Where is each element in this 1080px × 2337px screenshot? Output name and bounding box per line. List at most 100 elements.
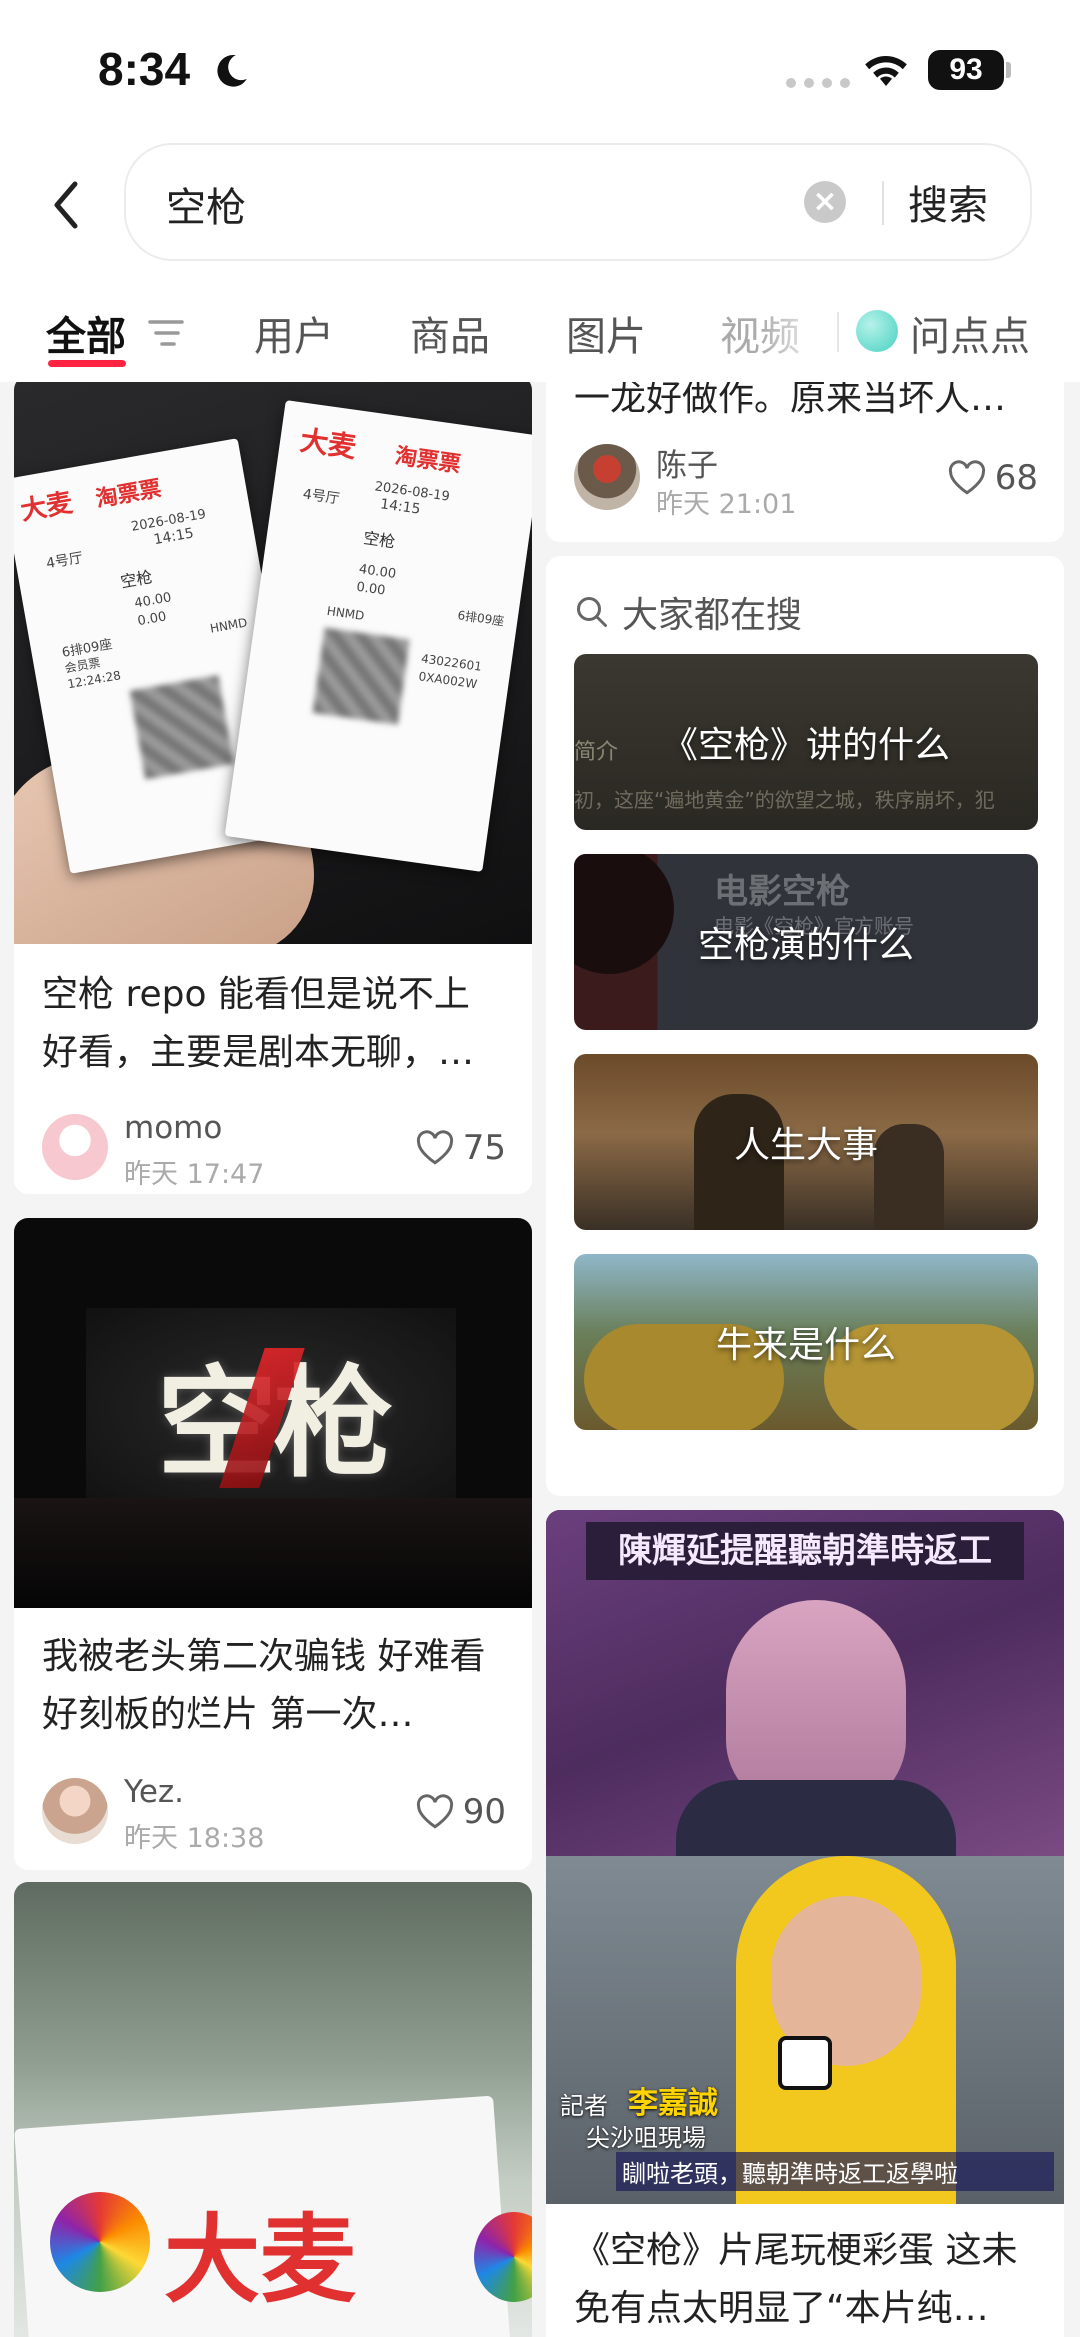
meme-top-panel: 陳輝延提醒聽朝準時返工	[546, 1510, 1064, 1860]
meme-location: 尖沙咀現場	[586, 2124, 706, 2152]
post-card[interactable]: 空枪 我被老头第二次骗钱 好难看好刻板的烂片 第一次… Yez. 昨天 18:3…	[14, 1218, 532, 1870]
meme-reporter-label: 記者	[560, 2092, 608, 2120]
blurred-qr-code	[129, 675, 234, 780]
ticket-movie: 空枪	[362, 528, 397, 552]
trending-item-label: 《空枪》讲的什么	[661, 725, 950, 766]
active-tab-indicator	[48, 360, 126, 367]
heart-icon	[416, 1130, 453, 1165]
ticket-brand-right: 淘票票	[393, 443, 463, 478]
wifi-icon	[865, 56, 907, 86]
search-divider	[882, 181, 884, 225]
meme-reporter-name: 李嘉誠	[628, 2086, 718, 2121]
post-author[interactable]: Yez.	[124, 1774, 184, 1810]
tab-ask[interactable]: 问点点	[910, 304, 1030, 362]
like-count: 90	[462, 1792, 506, 1832]
search-button[interactable]: 搜索	[908, 173, 988, 231]
like-count: 75	[462, 1128, 506, 1168]
clear-search-icon[interactable]: ×	[804, 181, 846, 223]
trending-searches-panel: 大家都在搜 简介 初，这座“遍地黄金”的欲望之城，秩序崩坏，犯 《空枪》讲的什么…	[546, 556, 1064, 1496]
post-time: 昨天 18:38	[124, 1823, 265, 1854]
tab-separator	[837, 312, 839, 352]
ticket-code3: 0XA002W	[417, 669, 478, 692]
post-card[interactable]: 大麦 淘票票 4号厅 2026-08-19 14:15 空枪 40.00 0.0…	[14, 382, 532, 1194]
avatar[interactable]	[574, 444, 640, 510]
post-card[interactable]: 陳輝延提醒聽朝準時返工 記者 李嘉誠 尖沙咀現場 瞓啦老頭，聽朝準時返工返學啦 …	[546, 1510, 1064, 2337]
post-card[interactable]: 大麦	[14, 1882, 532, 2337]
ticket-right: 大麦 淘票票 4号厅 2026-08-19 14:15 空枪 40.00 0.0…	[224, 400, 532, 872]
meme-face	[726, 1600, 906, 1810]
post-title: 《空枪》片尾玩梗彩蛋 这未免有点太明显了“本片纯…	[574, 2230, 1018, 2329]
ticket-brand-right: 淘票票	[93, 476, 164, 513]
trending-item[interactable]: 人生大事	[574, 1054, 1038, 1230]
meme-banner: 陳輝延提醒聽朝準時返工	[586, 1522, 1024, 1580]
post-title: 空枪 repo 能看但是说不上好看，主要是剧本无聊，…	[42, 974, 475, 1073]
ticket-code: HNMD	[208, 615, 249, 636]
ticket-price2: 0.00	[136, 609, 168, 630]
tvb-mic-logo	[778, 2036, 832, 2090]
ticket-price: 40.00	[357, 561, 397, 582]
meme-bottom-panel: 記者 李嘉誠 尖沙咀現場 瞓啦老頭，聽朝準時返工返學啦	[546, 1856, 1064, 2204]
post-title: 一龙好做作。原来当坏人…	[574, 382, 1007, 419]
post-author[interactable]: 陈子	[656, 440, 718, 485]
battery-icon: 93	[928, 50, 1004, 90]
trending-item[interactable]: 简介 初，这座“遍地黄金”的欲望之城，秩序崩坏，犯 《空枪》讲的什么	[574, 654, 1038, 830]
tab-fade	[760, 290, 830, 382]
post-title: 我被老头第二次骗钱 好难看好刻板的烂片 第一次…	[42, 1636, 486, 1735]
heart-icon	[948, 460, 985, 495]
blurred-qr-code	[312, 627, 410, 725]
meme-suit	[676, 1780, 956, 1860]
ticket-movie: 空枪	[119, 567, 154, 592]
ask-icon	[856, 310, 898, 352]
ticket-seat: 6排09座	[456, 608, 506, 629]
trending-item-label: 人生大事	[733, 1125, 878, 1166]
ticket-hall: 4号厅	[301, 486, 341, 508]
ticket-hall: 4号厅	[45, 549, 85, 573]
damai-logo	[50, 2192, 150, 2292]
post-time: 昨天 17:47	[124, 1159, 265, 1190]
like-button[interactable]: 75	[415, 1128, 506, 1168]
post-image: 大麦	[14, 1882, 532, 2337]
avatar[interactable]	[42, 1114, 108, 1180]
ticket-code: HNMD	[325, 603, 366, 623]
search-icon	[577, 597, 607, 627]
avatar[interactable]	[42, 1778, 108, 1844]
cinema-seats	[14, 1498, 532, 1608]
meme-caption: 瞓啦老頭，聽朝準時返工返學啦	[616, 2152, 1054, 2191]
search-input[interactable]: 空枪 × 搜索	[124, 143, 1032, 261]
battery-tip	[1006, 62, 1011, 78]
post-author[interactable]: momo	[124, 1110, 222, 1146]
like-count: 68	[994, 458, 1038, 498]
status-time: 8:34	[98, 43, 191, 95]
like-button[interactable]: 90	[415, 1792, 506, 1832]
trending-header: 大家都在搜	[574, 586, 802, 638]
chevron-left-icon	[54, 181, 78, 229]
trending-item[interactable]: 牛来是什么	[574, 1254, 1038, 1430]
ticket-brand: 大麦	[164, 2204, 356, 2316]
search-header: 空枪 × 搜索	[0, 140, 1080, 290]
trending-item-label: 空枪演的什么	[697, 925, 914, 966]
status-bar: 8:34 93	[0, 0, 1080, 140]
trending-item-label: 牛来是什么	[715, 1325, 896, 1366]
ticket-brand-left: 大麦	[298, 423, 359, 465]
trending-header-label: 大家都在搜	[622, 595, 803, 636]
tab-all[interactable]: 全部	[46, 304, 126, 362]
moon-icon	[217, 54, 247, 87]
trending-item[interactable]: 电影空枪 电影《空枪》官方账号 空枪演的什么	[574, 854, 1038, 1030]
cellular-signal-icon	[786, 78, 850, 88]
post-image: 空枪	[14, 1218, 532, 1608]
heart-icon	[416, 1794, 453, 1829]
tab-products[interactable]: 商品	[410, 304, 490, 362]
post-card[interactable]: 一龙好做作。原来当坏人… 陈子 昨天 21:01 68	[546, 382, 1064, 542]
ticket-brand-left: 大麦	[18, 488, 75, 527]
post-time: 昨天 21:01	[656, 489, 797, 520]
tab-users[interactable]: 用户	[254, 304, 334, 362]
search-query-text[interactable]: 空枪	[166, 175, 246, 233]
ticket-price: 40.00	[133, 590, 173, 612]
category-tabs: 全部 用户 商品 图片 视频 问点点	[0, 290, 1080, 382]
search-results-feed: 大麦 淘票票 4号厅 2026-08-19 14:15 空枪 40.00 0.0…	[0, 382, 1080, 2337]
filter-icon[interactable]	[148, 318, 184, 348]
tab-images[interactable]: 图片	[566, 304, 646, 362]
back-button[interactable]	[36, 170, 96, 240]
like-button[interactable]: 68	[947, 458, 1038, 498]
post-image: 陳輝延提醒聽朝準時返工 記者 李嘉誠 尖沙咀現場 瞓啦老頭，聽朝準時返工返學啦	[546, 1510, 1064, 2204]
